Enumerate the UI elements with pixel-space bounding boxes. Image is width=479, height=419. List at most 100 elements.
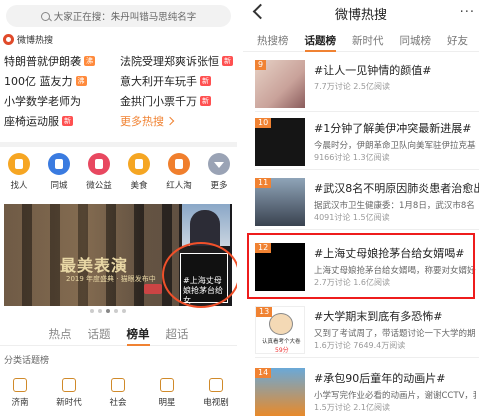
tab-hot[interactable]: 热点	[49, 322, 72, 345]
category-item[interactable]: 济南	[4, 378, 36, 408]
new-badge: 新	[200, 96, 211, 106]
hot-item[interactable]: 特朗普就伊朗袭沸	[4, 53, 120, 69]
new-badge: 新	[62, 116, 73, 126]
meme-caption: 认真看考个大卷	[262, 339, 301, 345]
page-title: 微博热搜	[334, 8, 387, 23]
section-divider	[0, 142, 237, 147]
topic-stats: 9166讨论 1.3亿阅读	[314, 153, 390, 162]
tv-icon	[209, 378, 223, 392]
new-badge: 新	[222, 56, 233, 66]
right-screen: 微博热搜 ··· 热搜榜 话题榜 新时代 同城榜 好友 9 #让人一见钟情的颜值…	[243, 0, 479, 419]
rank-badge: 14	[255, 368, 272, 378]
category-title: 分类话题榜	[4, 356, 50, 366]
new-badge: 新	[200, 76, 211, 86]
topic-desc: 今晨时分，伊朗革命卫队向美军驻伊拉克基地	[314, 141, 476, 151]
entry-local[interactable]: 同城	[44, 153, 74, 191]
category-item[interactable]: 电视剧	[200, 378, 232, 408]
hot-search-header: 微博热搜	[3, 33, 54, 46]
bag-icon	[168, 153, 190, 175]
left-screen: 大家正在搜：朱丹叫错马思纯名字 微博热搜 特朗普就伊朗袭沸 法院受理郑爽诉张恒新…	[0, 0, 237, 419]
category-item[interactable]: 明星	[151, 378, 183, 408]
meme-score: 59分	[275, 347, 289, 354]
topic-desc: 据武汉市卫生健康委：1月8日，武汉市8名	[314, 201, 475, 211]
topic-thumbnail: 11	[255, 178, 305, 226]
search-placeholder: 大家正在搜：朱丹叫错马思纯名字	[53, 12, 197, 23]
entry-find-people[interactable]: 找人	[4, 153, 34, 191]
banner-subtitle: 2019 年度盛典 · 猫眼发布中	[66, 275, 156, 283]
topic-thumbnail: 10	[255, 118, 305, 166]
topic-thumbnail: 9	[255, 60, 305, 108]
topic-title: #承包90后童年的动画片#	[314, 372, 446, 385]
topic-thumbnail: 13 认真看考个大卷 59分	[255, 306, 305, 354]
tab-rank[interactable]: 榜单	[126, 322, 150, 346]
tab-hot-search[interactable]: 热搜榜	[257, 28, 289, 51]
flag-icon	[62, 378, 76, 392]
list-item[interactable]: 14 #承包90后童年的动画片# 小学写完作业必看的动画片，谢谢CCTV，我最 …	[243, 362, 479, 419]
topic-desc: 小学写完作业必看的动画片，谢谢CCTV，我最	[314, 391, 476, 401]
building-icon	[48, 153, 70, 175]
hot-search-title: 微博热搜	[17, 35, 54, 46]
hot-item[interactable]: 100亿 蓝友力沸	[4, 73, 120, 89]
topic-stats: 1.5万讨论 2.1亿阅读	[314, 403, 390, 412]
hot-item[interactable]: 意大利开车玩手新	[120, 73, 236, 89]
hot-item[interactable]: 小学数学老师为	[4, 93, 120, 109]
carousel-dots	[90, 309, 126, 313]
category-item[interactable]: 新时代	[53, 378, 85, 408]
hot-search-grid: 特朗普就伊朗袭沸 法院受理郑爽诉张恒新 100亿 蓝友力沸 意大利开车玩手新 小…	[4, 51, 236, 131]
weibo-logo-icon	[3, 33, 14, 45]
rank-badge: 10	[255, 118, 272, 128]
topic-title: #大学期末到底有多恐怖#	[314, 310, 443, 323]
person-icon	[8, 153, 30, 175]
search-bar[interactable]: 大家正在搜：朱丹叫错马思纯名字	[6, 5, 231, 27]
list-item[interactable]: 13 认真看考个大卷 59分 #大学期末到底有多恐怖# 又到了考试周了，带话题讨…	[243, 300, 479, 358]
left-tabs: 热点 话题 榜单 超话	[0, 322, 237, 346]
topic-stats: 7.7万讨论 2.5亿阅读	[314, 82, 390, 91]
category-row: 济南 新时代 社会 明星 电视剧	[4, 378, 232, 408]
chevron-right-icon	[165, 116, 175, 126]
topic-title: #武汉8名不明原因肺炎患者治愈出院#	[314, 182, 479, 195]
hot-badge: 沸	[84, 56, 95, 66]
highlight-circle	[162, 242, 237, 308]
tab-topic[interactable]: 话题	[88, 322, 111, 345]
tab-local-rank[interactable]: 同城榜	[400, 28, 432, 51]
tab-friends[interactable]: 好友	[447, 28, 468, 51]
top-bar: 微博热搜 ···	[243, 0, 479, 24]
star-icon	[160, 378, 174, 392]
entry-influencer-shop[interactable]: 红人淘	[164, 153, 194, 191]
entry-more[interactable]: 更多	[204, 153, 234, 191]
more-hot-search-link[interactable]: 更多热搜	[120, 113, 236, 129]
rank-badge: 9	[255, 60, 267, 70]
quick-entry-row: 找人 同城 微公益 美食 红人淘 更多	[4, 153, 234, 191]
topic-thumbnail: 14	[255, 368, 305, 416]
tab-topic-rank[interactable]: 话题榜	[304, 28, 336, 52]
rank-badge: 11	[255, 178, 272, 188]
highlight-box	[247, 233, 475, 299]
topic-stats: 1.6万讨论 7649.4万阅读	[314, 341, 406, 350]
hot-item[interactable]: 法院受理郑爽诉张恒新	[120, 53, 236, 69]
list-item[interactable]: 10 #1分钟了解美伊冲突最新进展# 今晨时分，伊朗革命卫队向美军驻伊拉克基地 …	[243, 112, 479, 170]
food-icon	[128, 153, 150, 175]
city-icon	[13, 378, 27, 392]
category-item[interactable]: 社会	[102, 378, 134, 408]
hot-item[interactable]: 座椅运动服新	[4, 113, 120, 129]
tab-new-era[interactable]: 新时代	[352, 28, 384, 51]
topic-stats: 4091讨论 1.5亿阅读	[314, 213, 390, 222]
list-item[interactable]: 9 #让人一见钟情的颜值# 7.7万讨论 2.5亿阅读	[243, 54, 479, 112]
topic-title: #1分钟了解美伊冲突最新进展#	[314, 122, 472, 135]
hot-item[interactable]: 金拱门小票千万新	[120, 93, 236, 109]
tab-super-topic[interactable]: 超话	[166, 322, 189, 345]
more-options-icon[interactable]: ···	[460, 5, 475, 20]
heart-icon	[88, 153, 110, 175]
banner-title: 最美表演	[60, 256, 129, 275]
ranking-tabs: 热搜榜 话题榜 新时代 同城榜 好友	[243, 28, 479, 52]
society-icon	[111, 378, 125, 392]
topic-desc: 又到了考试周了，带话题讨论一下大学的期末考试	[314, 329, 476, 339]
banner-thumb[interactable]	[182, 204, 230, 246]
entry-charity[interactable]: 微公益	[84, 153, 114, 191]
topic-title: #让人一见钟情的颜值#	[314, 64, 432, 77]
rank-badge: 13	[256, 307, 273, 317]
chevron-down-icon	[208, 153, 230, 175]
entry-food[interactable]: 美食	[124, 153, 154, 191]
list-item[interactable]: 11 #武汉8名不明原因肺炎患者治愈出院# 据武汉市卫生健康委：1月8日，武汉市…	[243, 172, 479, 230]
meme-face-icon	[269, 313, 293, 335]
